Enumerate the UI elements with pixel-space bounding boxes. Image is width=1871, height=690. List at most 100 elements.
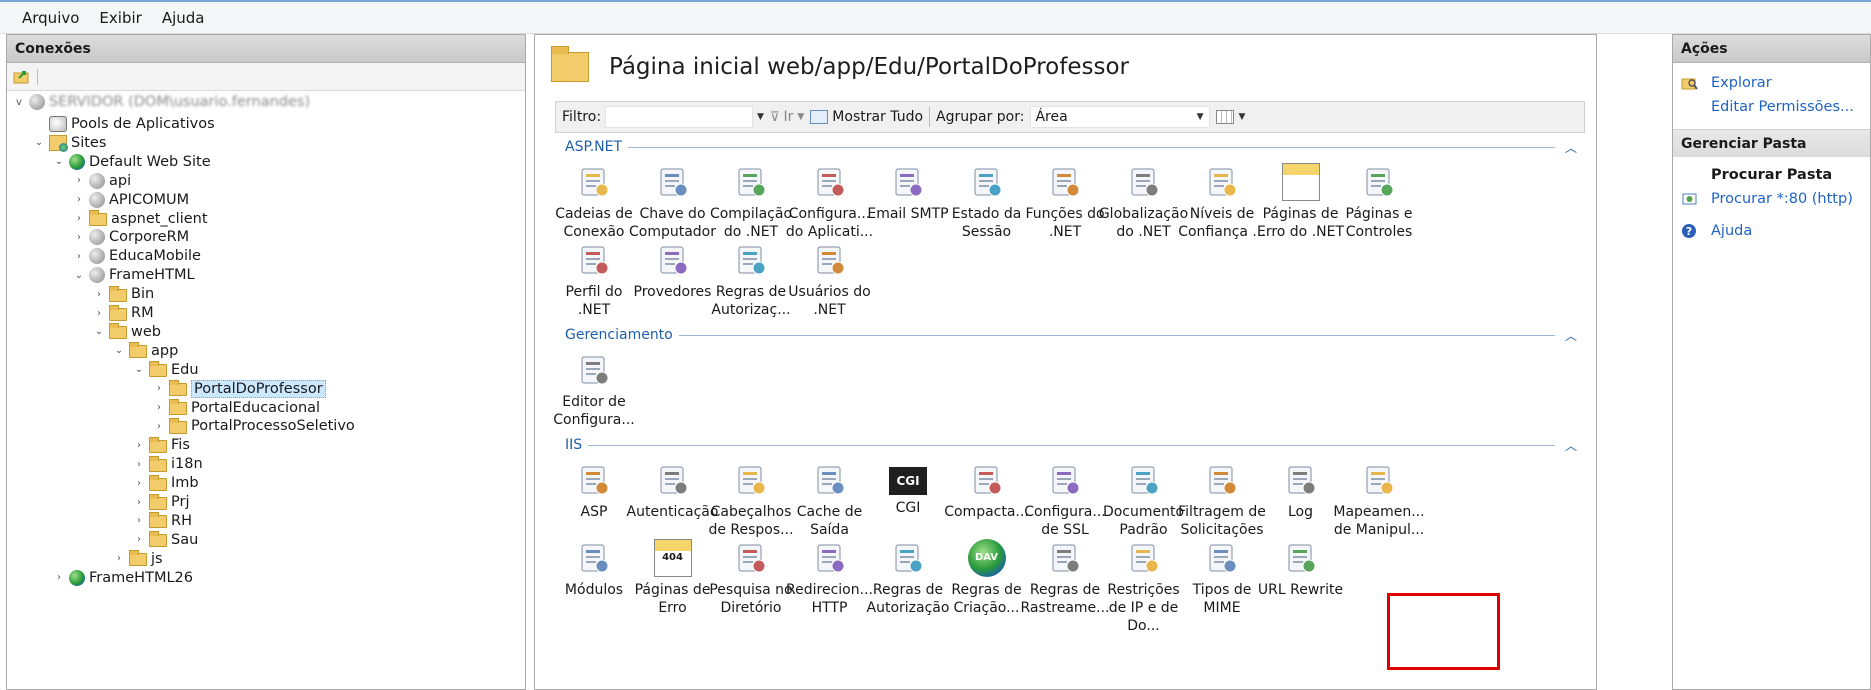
expand-arrow-icon[interactable]: › [93, 308, 105, 319]
collapse-chevron-up-icon[interactable]: ︿ [1555, 139, 1585, 156]
expand-arrow[interactable]: v [13, 97, 25, 108]
expand-arrow-icon[interactable]: › [153, 383, 165, 394]
expand-arrow-icon[interactable]: › [73, 251, 85, 262]
folder-icon [551, 46, 589, 82]
section-iis[interactable]: IIS ︿ [555, 435, 1585, 455]
group-by-select[interactable]: Área ▼ [1030, 106, 1211, 128]
expand-arrow-icon[interactable]: › [133, 515, 145, 526]
tree-node-label: PortalProcessoSeletivo [191, 418, 355, 435]
browse-folder-heading: Procurar Pasta [1711, 167, 1833, 183]
expand-arrow-icon[interactable]: › [73, 232, 85, 243]
folder-icon [149, 531, 167, 548]
tree-node-label: Imb [171, 475, 199, 492]
mime-types-icon [1203, 539, 1241, 577]
chevron-down-icon[interactable]: ▼ [1238, 112, 1245, 122]
collapse-arrow-icon[interactable]: ⌄ [33, 137, 45, 148]
explore-icon [1681, 75, 1699, 91]
expand-arrow-icon[interactable]: › [133, 440, 145, 451]
expand-arrow-icon[interactable]: › [133, 478, 145, 489]
logging-icon [1282, 461, 1320, 499]
connections-panel: Conexões v SERVIDOR (DOM\usuario.fernand… [6, 34, 526, 690]
app-pool-icon [49, 116, 67, 132]
tree-node-server[interactable]: v SERVIDOR (DOM\usuario.fernandes) [13, 91, 310, 113]
tree-node-label: Prj [171, 494, 190, 510]
feature-url-rewrite[interactable]: URL Rewrite [1255, 539, 1347, 599]
expand-arrow-icon[interactable]: › [153, 421, 165, 432]
expand-arrow-icon[interactable]: › [133, 459, 145, 470]
chevron-down-icon[interactable]: ▼ [797, 112, 804, 122]
expand-arrow-icon[interactable]: › [133, 534, 145, 545]
asp-icon [575, 461, 613, 499]
group-by-value: Área [1035, 109, 1068, 125]
show-all-icon [810, 110, 829, 124]
tree-node-label: Fis [171, 437, 190, 454]
tree-node-label: Bin [131, 286, 155, 303]
folder-icon [169, 399, 187, 415]
folder-icon [149, 512, 167, 529]
expand-arrow-icon[interactable]: › [113, 553, 125, 564]
expand-arrow-icon[interactable]: › [73, 194, 85, 205]
filter-bar: Filtro: ▼ ⊽ Ir ▼ Mostrar Tudo Agrupar po… [555, 101, 1585, 133]
collapse-chevron-up-icon[interactable]: ︿ [1555, 437, 1585, 454]
collapse-arrow-icon[interactable]: ⌄ [133, 364, 145, 375]
go-button[interactable]: Ir [783, 109, 793, 125]
tree-node-label: Edu [171, 361, 199, 378]
help-action[interactable]: ? Ajuda [1673, 219, 1870, 243]
tree-node-label: Sau [171, 531, 199, 548]
show-all-button[interactable]: Mostrar Tudo [832, 109, 923, 125]
expand-arrow-icon[interactable]: › [153, 402, 165, 413]
net-authorization-icon [732, 241, 770, 279]
tree-node-label: api [109, 172, 132, 189]
feature-pages-controls[interactable]: Páginas e Controles [1333, 163, 1425, 241]
explore-action[interactable]: Explorar [1673, 71, 1870, 95]
icon-text: 404 [662, 552, 683, 563]
filter-input[interactable] [605, 106, 754, 128]
expand-arrow-icon[interactable]: › [73, 175, 85, 186]
ip-restrictions-icon [1125, 539, 1163, 577]
actions-panel: Ações Explorar Editar Permissões... Gere… [1672, 34, 1871, 690]
tree-node-label: PortalEducacional [191, 399, 321, 416]
collapse-chevron-up-icon[interactable]: ︿ [1555, 327, 1585, 344]
feature-label: Editor de Configura... [553, 394, 635, 428]
url-rewrite-icon [1282, 539, 1320, 577]
section-gerenciamento[interactable]: Gerenciamento ︿ [555, 325, 1585, 345]
collapse-arrow-icon[interactable]: ⌄ [53, 156, 65, 167]
expand-arrow-icon[interactable]: › [133, 497, 145, 508]
expand-arrow-icon[interactable]: › [73, 213, 85, 224]
application-icon [89, 267, 105, 284]
explore-label: Explorar [1711, 75, 1772, 91]
feature-net-users[interactable]: Usuários do .NET [784, 241, 876, 319]
menu-arquivo[interactable]: Arquivo [12, 9, 89, 27]
edit-permissions-action[interactable]: Editar Permissões... [1673, 95, 1870, 119]
section-label: Gerenciamento [555, 327, 679, 343]
collapse-arrow-icon[interactable]: ⌄ [113, 345, 125, 356]
net-error-pages-icon [1281, 163, 1320, 201]
tree-node-label: Pools de Aplicativos [71, 116, 215, 132]
expand-arrow-icon[interactable]: › [93, 289, 105, 300]
browse-80-action[interactable]: Procurar *:80 (http) [1673, 187, 1870, 211]
toolbar-separator [37, 68, 38, 85]
chevron-down-icon[interactable]: ▼ [757, 112, 764, 122]
compression-icon [968, 461, 1006, 499]
collapse-arrow-icon[interactable]: ⌄ [73, 270, 85, 281]
folder-icon [169, 380, 187, 397]
feature-handler-mappings[interactable]: Mapeamen... de Manipul... [1333, 461, 1425, 539]
tree-node-label: RH [171, 512, 192, 529]
feature-config-editor[interactable]: Editor de Configura... [548, 351, 640, 429]
application-icon [89, 191, 105, 208]
browse-icon [1681, 191, 1699, 207]
tree-node-label: RM [131, 305, 154, 321]
folder-icon [169, 417, 187, 434]
failed-request-tracing-icon [1046, 539, 1084, 577]
menu-ajuda[interactable]: Ajuda [152, 9, 215, 27]
net-users-icon [811, 241, 849, 279]
menu-exibir[interactable]: Exibir [89, 9, 151, 27]
request-filtering-icon [1203, 461, 1241, 499]
view-mode-icon[interactable] [1216, 110, 1235, 124]
expand-arrow-icon[interactable]: › [53, 572, 65, 583]
collapse-arrow-icon[interactable]: ⌄ [93, 326, 105, 337]
section-asp-net[interactable]: ASP.NET ︿ [555, 137, 1585, 157]
response-headers-icon [732, 461, 770, 499]
connect-icon[interactable] [11, 67, 33, 87]
tree-node-framehtml26[interactable]: › FrameHTML26 [53, 567, 193, 589]
